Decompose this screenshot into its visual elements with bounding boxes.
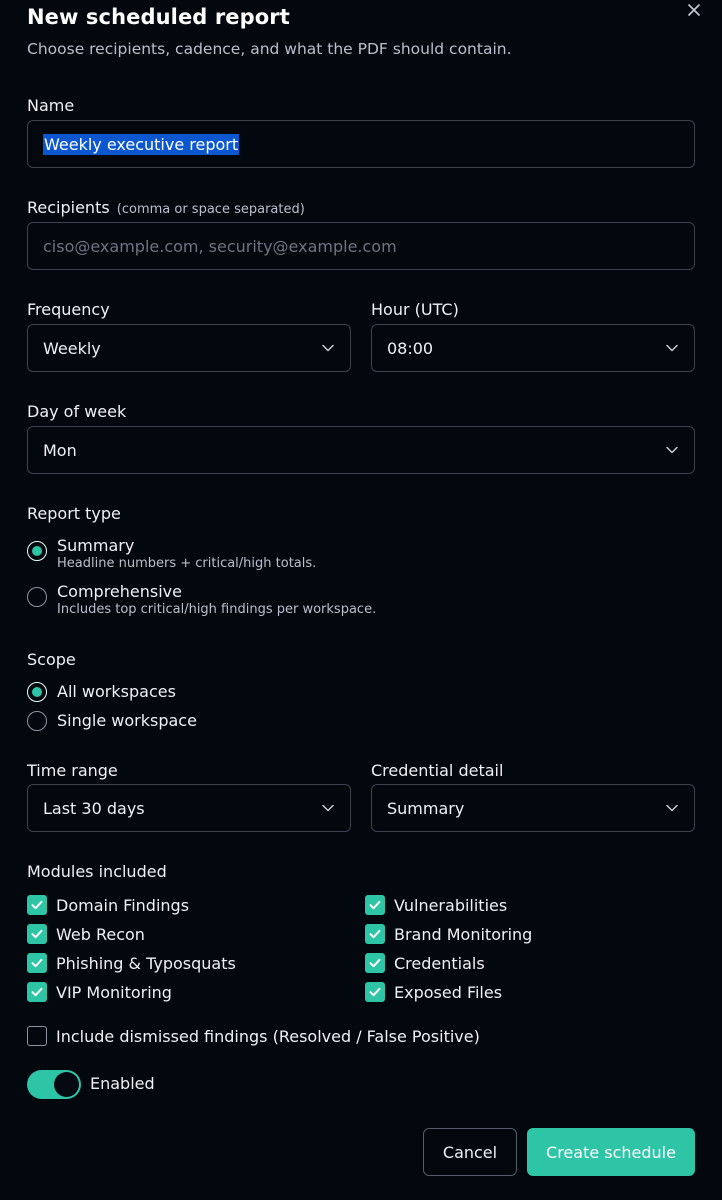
checkbox-unchecked-icon <box>27 1026 47 1046</box>
checkbox-checked-icon <box>27 953 47 973</box>
frequency-value: Weekly <box>43 338 101 358</box>
module-exposed-files-checkbox[interactable]: Exposed Files <box>365 982 502 1002</box>
toggle-knob <box>54 1072 79 1097</box>
radio-unselected-icon <box>27 587 47 607</box>
checkbox-checked-icon <box>365 895 385 915</box>
day-of-week-value: Mon <box>43 440 77 460</box>
day-of-week-label: Day of week <box>27 402 127 421</box>
module-label: Web Recon <box>56 924 145 944</box>
recipients-input[interactable]: ciso@example.com, security@example.com <box>27 222 695 270</box>
name-label: Name <box>27 96 75 115</box>
include-dismissed-label: Include dismissed findings (Resolved / F… <box>56 1026 480 1046</box>
module-label: Vulnerabilities <box>394 895 508 915</box>
include-dismissed-checkbox[interactable]: Include dismissed findings (Resolved / F… <box>27 1026 480 1046</box>
report-type-option-description: Headline numbers + critical/high totals. <box>57 556 317 571</box>
report-type-comprehensive-radio[interactable]: Comprehensive Includes top critical/high… <box>27 582 376 618</box>
scope-all-workspaces-radio[interactable]: All workspaces <box>27 682 176 702</box>
module-label: VIP Monitoring <box>56 982 172 1002</box>
cancel-button[interactable]: Cancel <box>423 1128 517 1176</box>
credential-detail-label: Credential detail <box>371 761 504 780</box>
scope-single-workspace-radio[interactable]: Single workspace <box>27 711 197 731</box>
time-range-value: Last 30 days <box>43 798 145 818</box>
frequency-label: Frequency <box>27 300 110 319</box>
credential-detail-select[interactable]: Summary <box>371 784 695 832</box>
recipients-placeholder: ciso@example.com, security@example.com <box>43 236 397 256</box>
recipients-hint: (comma or space separated) <box>116 202 305 217</box>
hour-select[interactable]: 08:00 <box>371 324 695 372</box>
name-input-value: Weekly executive report <box>43 133 240 155</box>
checkbox-checked-icon <box>365 982 385 1002</box>
checkbox-checked-icon <box>27 924 47 944</box>
report-type-option-description: Includes top critical/high findings per … <box>57 602 377 617</box>
module-web-recon-checkbox[interactable]: Web Recon <box>27 924 145 944</box>
credential-detail-value: Summary <box>387 798 465 818</box>
dialog-subtitle: Choose recipients, cadence, and what the… <box>27 40 512 58</box>
frequency-select[interactable]: Weekly <box>27 324 351 372</box>
radio-selected-icon <box>27 541 47 561</box>
checkbox-checked-icon <box>27 982 47 1002</box>
day-of-week-select[interactable]: Mon <box>27 426 695 474</box>
time-range-select[interactable]: Last 30 days <box>27 784 351 832</box>
modules-label: Modules included <box>27 862 167 881</box>
checkbox-checked-icon <box>27 895 47 915</box>
close-button[interactable] <box>684 0 704 20</box>
module-vulnerabilities-checkbox[interactable]: Vulnerabilities <box>365 895 507 915</box>
enabled-toggle[interactable] <box>27 1070 81 1099</box>
hour-label: Hour (UTC) <box>371 300 459 319</box>
report-type-option-label: Summary <box>57 536 135 555</box>
module-credentials-checkbox[interactable]: Credentials <box>365 953 485 973</box>
scope-option-label: All workspaces <box>57 682 176 701</box>
create-schedule-button[interactable]: Create schedule <box>527 1128 695 1176</box>
checkbox-checked-icon <box>365 953 385 973</box>
close-icon <box>688 4 700 16</box>
recipients-label: Recipients (comma or space separated) <box>27 198 305 217</box>
module-label: Brand Monitoring <box>394 924 533 944</box>
chevron-down-icon <box>322 344 334 352</box>
radio-unselected-icon <box>27 711 47 731</box>
scope-label: Scope <box>27 650 76 669</box>
chevron-down-icon <box>666 344 678 352</box>
enabled-toggle-label: Enabled <box>90 1074 155 1093</box>
recipients-label-text: Recipients <box>27 198 110 217</box>
module-domain-findings-checkbox[interactable]: Domain Findings <box>27 895 189 915</box>
radio-selected-icon <box>27 682 47 702</box>
module-vip-monitoring-checkbox[interactable]: VIP Monitoring <box>27 982 172 1002</box>
module-phishing-typosquats-checkbox[interactable]: Phishing & Typosquats <box>27 953 236 973</box>
report-type-label: Report type <box>27 504 121 523</box>
scope-option-label: Single workspace <box>57 711 197 730</box>
hour-value: 08:00 <box>387 338 434 358</box>
name-input[interactable]: Weekly executive report <box>27 120 695 168</box>
module-label: Domain Findings <box>56 895 190 915</box>
report-type-summary-radio[interactable]: Summary Headline numbers + critical/high… <box>27 536 316 572</box>
chevron-down-icon <box>322 804 334 812</box>
module-label: Phishing & Typosquats <box>56 953 236 973</box>
chevron-down-icon <box>666 446 678 454</box>
module-brand-monitoring-checkbox[interactable]: Brand Monitoring <box>365 924 532 944</box>
chevron-down-icon <box>666 804 678 812</box>
checkbox-checked-icon <box>365 924 385 944</box>
module-label: Exposed Files <box>394 982 503 1002</box>
dialog-title: New scheduled report <box>27 5 290 29</box>
report-type-option-label: Comprehensive <box>57 582 182 601</box>
time-range-label: Time range <box>27 761 118 780</box>
module-label: Credentials <box>394 953 485 973</box>
